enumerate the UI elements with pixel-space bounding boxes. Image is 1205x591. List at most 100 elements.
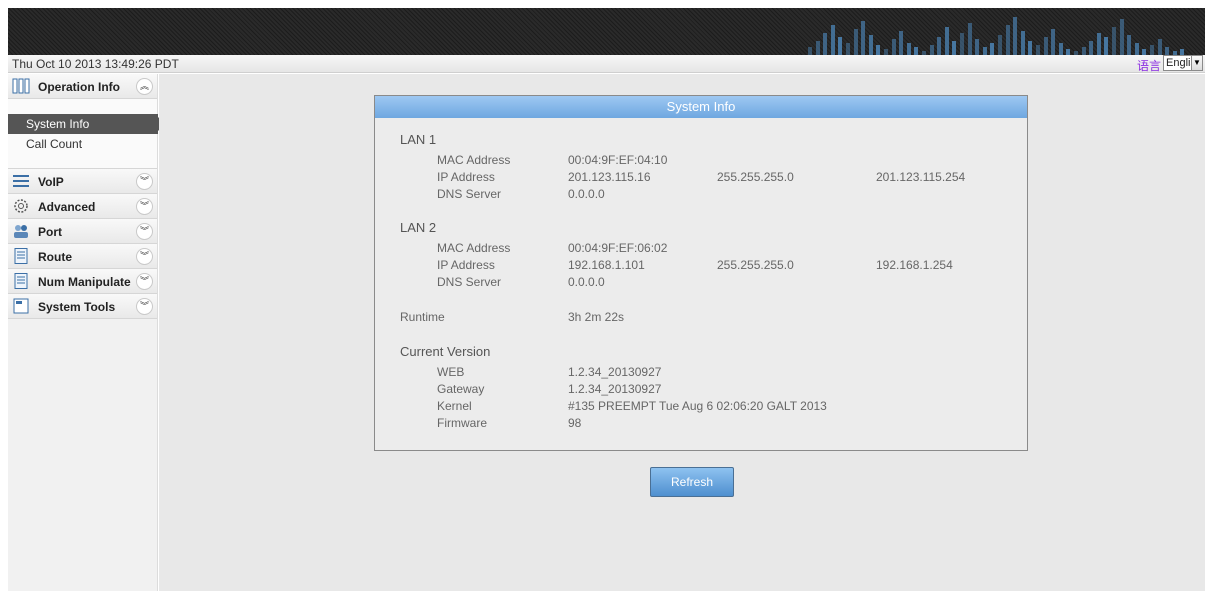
expand-icon[interactable]: ︾ [136,248,153,265]
value: 98 [568,416,582,430]
equalizer-bar [929,45,934,55]
header-banner [8,8,1205,55]
nav-advanced[interactable]: Advanced ︾ [8,194,157,219]
equalizer-bar [808,47,812,55]
equalizer-bar [1020,31,1025,55]
equalizer-bar [823,33,828,55]
sidebar-item-call-count[interactable]: Call Count [8,134,157,154]
nav-system-tools[interactable]: System Tools ︾ [8,294,157,319]
language-select[interactable]: English ▼ [1163,55,1203,71]
equalizer-bar [952,41,957,55]
equalizer-bar [1112,27,1116,55]
equalizer-bar [830,25,835,55]
value: 00:04:9F:EF:04:10 [568,153,668,167]
equalizer-bar [998,35,1002,55]
operation-info-submenu: System Info Call Count [8,99,165,169]
equalizer-bar [876,45,881,55]
lan2-heading: LAN 2 [400,220,437,235]
gear-icon [14,199,28,213]
equalizer-bar [1165,47,1170,55]
status-bar: Thu Oct 10 2013 13:49:26 PDT 语言 English … [8,55,1205,73]
nav-label: Operation Info [38,80,120,94]
main-content: System Info LAN 1 MAC Address 00:04:9F:E… [159,74,1205,591]
equalizer-bar [1096,33,1101,55]
equalizer-bar [975,39,980,55]
toolbox-icon [13,298,29,314]
datetime: Thu Oct 10 2013 13:49:26 PDT [12,57,179,71]
equalizer-bar [967,23,972,55]
equalizer-bar [1058,43,1063,55]
value: 0.0.0.0 [568,275,605,289]
equalizer-bar [1089,41,1094,55]
collapse-icon[interactable]: ︽ [136,78,153,95]
sidebar-item-system-info[interactable]: System Info [8,114,165,134]
equalizer-bar [1081,47,1086,55]
nav-label: Num Manipulate [38,275,131,289]
label: Gateway [437,382,485,396]
language-label: 语言 [1136,59,1161,73]
nav-voip[interactable]: VoIP ︾ [8,169,157,194]
sidebar: Operation Info ︽ System Info Call Count … [8,74,165,591]
sliders-icon [13,175,29,187]
expand-icon[interactable]: ︾ [136,223,153,240]
value: 1.2.34_20130927 [568,365,662,379]
runtime-label: Runtime [400,310,445,324]
expand-icon[interactable]: ︾ [136,273,153,290]
users-icon [14,225,28,238]
mask-value: 255.255.255.0 [717,170,794,184]
equalizer-bar [1043,37,1048,55]
equalizer-bar [960,33,964,55]
ip-value: 192.168.1.101 [568,258,645,272]
equalizer-bar [1157,39,1162,55]
label: MAC Address [437,241,511,255]
nav-label: Advanced [38,200,96,214]
equalizer-bar [1028,41,1033,55]
document-icon [14,248,28,264]
equalizer-bar [899,31,904,55]
refresh-button[interactable]: Refresh [650,467,734,497]
equalizer-bar [1127,35,1132,55]
nav-port[interactable]: Port ︾ [8,219,157,244]
dropdown-arrow-icon[interactable]: ▼ [1191,56,1202,70]
equalizer-bar [853,29,858,55]
ip-value: 201.123.115.16 [568,170,651,184]
version-heading: Current Version [400,344,491,359]
label: MAC Address [437,153,511,167]
equalizer-bar [868,35,873,55]
equalizer-bar [861,21,866,55]
equalizer-bar [1036,45,1040,55]
equalizer-bar [1104,37,1109,55]
nav-label: Route [38,250,72,264]
expand-icon[interactable]: ︾ [136,198,153,215]
equalizer-bar [1005,25,1010,55]
equalizer-bar [1134,43,1139,55]
nav-label: System Tools [38,300,116,314]
label: IP Address [437,170,495,184]
equalizer-bar [1119,19,1124,55]
nav-operation-info[interactable]: Operation Info ︽ [8,74,157,99]
panel-title: System Info [375,96,1027,118]
lan1-heading: LAN 1 [400,132,437,147]
nav-route[interactable]: Route ︾ [8,244,157,269]
equalizer-bar [982,47,987,55]
equalizer-bar [1150,45,1154,55]
expand-icon[interactable]: ︾ [136,173,153,190]
nav-label: VoIP [38,175,64,189]
system-info-panel: System Info LAN 1 MAC Address 00:04:9F:E… [374,95,1028,451]
equalizer-bar [838,37,843,55]
bars-icon [12,78,30,94]
label: Firmware [437,416,487,430]
expand-icon[interactable]: ︾ [136,298,153,315]
equalizer-bar [891,39,896,55]
equalizer-bar [1051,29,1056,55]
label: Kernel [437,399,472,413]
equalizer-bar [906,43,911,55]
nav-num-manipulate[interactable]: Num Manipulate ︾ [8,269,157,294]
gateway-value: 192.168.1.254 [876,258,953,272]
mask-value: 255.255.255.0 [717,258,794,272]
runtime-value: 3h 2m 22s [568,310,625,324]
value: 00:04:9F:EF:06:02 [568,241,668,255]
label: DNS Server [437,187,502,201]
document-icon [14,273,28,289]
equalizer-bar [1013,17,1018,55]
